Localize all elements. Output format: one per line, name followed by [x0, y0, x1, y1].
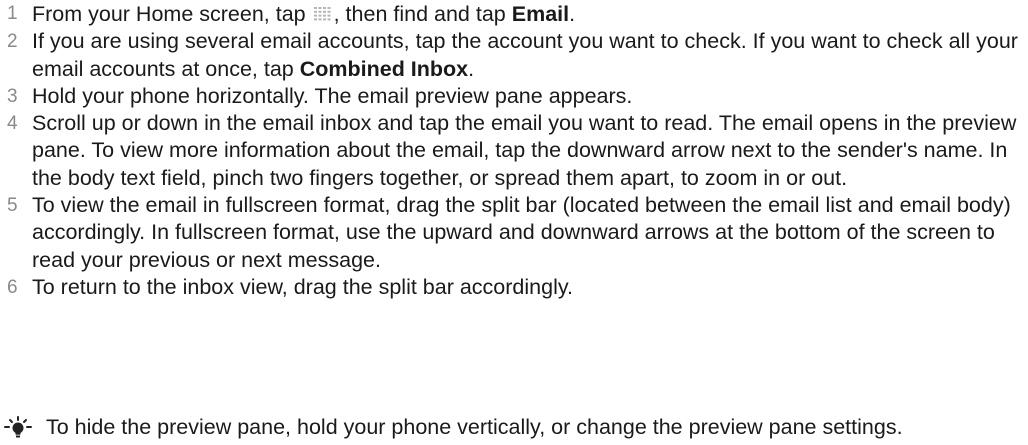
step-item: 2 If you are using several email account… — [0, 28, 1028, 83]
step-number: 3 — [7, 85, 18, 107]
instruction-steps: 1 From your Home screen, tap , then find… — [0, 0, 1028, 301]
step-number: 2 — [7, 31, 18, 53]
tip-text: To hide the preview pane, hold your phon… — [46, 415, 903, 439]
email-app-name: Email — [511, 2, 570, 26]
step-text: If you are using several email accounts,… — [32, 29, 1018, 81]
step-text: From your Home screen, tap , then find a… — [32, 2, 576, 26]
step-number: 4 — [7, 113, 18, 135]
step-number: 5 — [7, 195, 18, 217]
step-text: To view the email in fullscreen format, … — [32, 193, 1011, 272]
lightbulb-tip-icon — [4, 416, 32, 438]
app-grid-icon — [313, 7, 331, 21]
step-item: 6 To return to the inbox view, drag the … — [0, 274, 1028, 301]
step-text: Hold your phone horizontally. The email … — [32, 83, 633, 108]
step-item: 5 To view the email in fullscreen format… — [0, 192, 1028, 274]
combined-inbox-label: Combined Inbox — [299, 56, 469, 81]
step-item: 1 From your Home screen, tap , then find… — [0, 0, 1028, 28]
step-number: 6 — [7, 276, 18, 298]
step-item: 3 Hold your phone horizontally. The emai… — [0, 83, 1028, 110]
tip-note: To hide the preview pane, hold your phon… — [0, 414, 1028, 442]
step-text: Scroll up or down in the email inbox and… — [32, 111, 1017, 190]
step-item: 4 Scroll up or down in the email inbox a… — [0, 110, 1028, 192]
step-number: 1 — [7, 3, 18, 24]
step-text: To return to the inbox view, drag the sp… — [32, 274, 573, 299]
